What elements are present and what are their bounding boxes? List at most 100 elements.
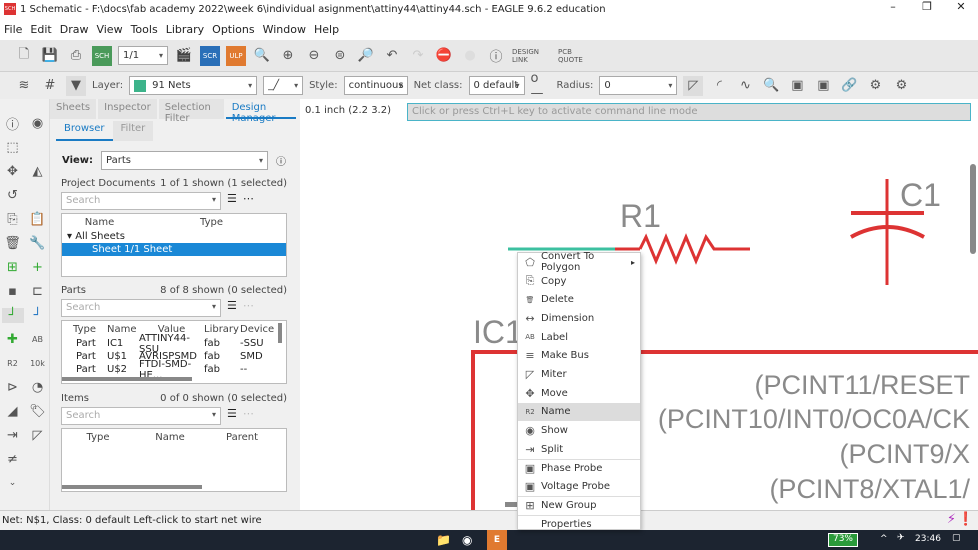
voltage-probe-icon[interactable]: ▣ bbox=[813, 76, 833, 96]
col-parent[interactable]: Parent bbox=[206, 432, 278, 443]
clock[interactable]: 23:46 bbox=[915, 534, 941, 544]
sim-settings-icon[interactable]: ⚙ bbox=[865, 76, 885, 96]
netclass-select[interactable]: 0 default bbox=[468, 76, 525, 95]
zoom-redraw-icon[interactable]: ⊜ bbox=[330, 46, 350, 66]
context-menu-item-show[interactable]: ◉ Show bbox=[518, 421, 640, 440]
col-name[interactable]: Name bbox=[107, 324, 139, 335]
chrome-icon[interactable]: ◉ bbox=[462, 533, 472, 547]
add-part-icon[interactable]: ⊞ bbox=[7, 260, 18, 275]
script-icon[interactable]: SCR bbox=[200, 45, 220, 66]
list-view-icon[interactable]: ☰ bbox=[227, 299, 237, 317]
col-device[interactable]: Device bbox=[240, 324, 274, 335]
subtab-filter[interactable]: Filter bbox=[112, 121, 154, 141]
pcb-quote-button[interactable]: PCB QUOTE bbox=[558, 48, 598, 64]
show-icon[interactable]: ◉ bbox=[32, 116, 43, 131]
canvas-vscrollbar[interactable] bbox=[970, 164, 976, 254]
sim-wave-icon[interactable]: ∿ bbox=[735, 76, 755, 96]
menu-library[interactable]: Library bbox=[162, 23, 208, 36]
context-menu-item-make-bus[interactable]: ≡ Make Bus bbox=[518, 346, 640, 365]
zoom-in-icon[interactable]: ⊕ bbox=[278, 46, 298, 66]
layer-select[interactable]: 91 Nets bbox=[129, 76, 258, 95]
zoom-select-icon[interactable]: 🔎 bbox=[356, 46, 376, 66]
context-menu-item-name[interactable]: R2 Name bbox=[518, 402, 640, 422]
zoom-fit-icon[interactable]: 🔍 bbox=[252, 46, 272, 66]
name-icon[interactable]: R2 bbox=[7, 359, 18, 368]
sheet-select[interactable]: 1/1 bbox=[118, 46, 168, 65]
copy-icon[interactable]: ⎘ bbox=[7, 212, 17, 227]
context-menu-item-phase-probe[interactable]: ▣ Phase Probe bbox=[518, 458, 640, 478]
context-menu-item-properties[interactable]: Properties bbox=[518, 514, 640, 534]
more-icon[interactable]: ⋯ bbox=[243, 192, 254, 210]
tab-sheets[interactable]: Sheets bbox=[50, 99, 97, 119]
notifications-icon[interactable]: ▢ bbox=[952, 533, 961, 543]
menu-options[interactable]: Options bbox=[208, 23, 258, 36]
print-icon[interactable]: ⎙ bbox=[66, 46, 86, 66]
eraser-icon[interactable]: ◢ bbox=[8, 404, 18, 419]
file-explorer-icon[interactable]: 📁 bbox=[436, 533, 451, 547]
filter-icon[interactable]: ▼ bbox=[66, 75, 86, 96]
help-icon[interactable]: ⓘ bbox=[276, 153, 286, 168]
info-icon[interactable]: ⓘ bbox=[6, 114, 19, 133]
move-icon[interactable]: ✥ bbox=[7, 164, 18, 179]
more-icon[interactable]: ⋯ bbox=[243, 299, 254, 317]
menu-help[interactable]: Help bbox=[310, 23, 343, 36]
context-menu-item-copy[interactable]: ⎘ Copy bbox=[518, 272, 640, 291]
menu-window[interactable]: Window bbox=[259, 23, 310, 36]
paste-icon[interactable]: 📋 bbox=[29, 212, 45, 227]
lightning-icon[interactable]: ⚡ bbox=[947, 512, 956, 527]
close-button[interactable]: ✕ bbox=[944, 0, 978, 13]
phase-probe-icon[interactable]: ▣ bbox=[787, 76, 807, 96]
parts-vscrollbar[interactable] bbox=[278, 323, 282, 343]
invoke-icon[interactable]: ⊳ bbox=[7, 380, 18, 395]
bus-icon[interactable]: ┘ bbox=[34, 308, 42, 323]
go-icon[interactable]: ● bbox=[460, 46, 480, 66]
maximize-button[interactable]: ❐ bbox=[910, 0, 944, 13]
parts-search-input[interactable]: Search bbox=[61, 299, 221, 317]
menu-draw[interactable]: Draw bbox=[56, 23, 93, 36]
cam-icon[interactable]: 🎬 bbox=[174, 46, 194, 66]
tree-group[interactable]: ▾ All Sheets bbox=[62, 230, 286, 243]
context-menu-item-new-group[interactable]: ⊞ New Group bbox=[518, 495, 640, 515]
context-menu-item-miter[interactable]: ◸ Miter bbox=[518, 365, 640, 384]
new-file-icon[interactable]: 🗋 bbox=[14, 46, 34, 66]
tab-selection-filter[interactable]: Selection Filter bbox=[158, 99, 224, 124]
col-name[interactable]: Name bbox=[134, 432, 206, 443]
part-row[interactable]: Part IC1 ATTINY44-SSU fab -SSU bbox=[62, 333, 286, 355]
save-icon[interactable]: 💾 bbox=[40, 46, 60, 66]
items-hscrollbar[interactable] bbox=[62, 485, 202, 489]
net-icon[interactable]: ┘ bbox=[1, 307, 24, 323]
rotate-icon[interactable]: ↺ bbox=[7, 188, 18, 203]
context-menu-item-delete[interactable]: 🗑 Delete bbox=[518, 290, 640, 309]
smash-icon[interactable]: ◔ bbox=[32, 380, 43, 395]
tab-inspector[interactable]: Inspector bbox=[98, 99, 157, 119]
label-icon[interactable]: AB bbox=[32, 335, 43, 344]
zoom-out-icon[interactable]: ⊖ bbox=[304, 46, 324, 66]
split-icon[interactable]: ⇥ bbox=[7, 428, 18, 443]
col-type[interactable]: Type bbox=[62, 432, 134, 443]
replace-icon[interactable]: ▪ bbox=[8, 284, 17, 299]
items-search-input[interactable]: Search bbox=[61, 407, 221, 425]
add-link-icon[interactable]: 🔗 bbox=[839, 76, 859, 96]
help-icon[interactable]: ⓘ bbox=[486, 46, 506, 66]
list-view-icon[interactable]: ☰ bbox=[227, 192, 237, 210]
menu-view[interactable]: View bbox=[92, 23, 126, 36]
select-icon[interactable]: ⬚ bbox=[6, 140, 18, 155]
wire-bend-select[interactable]: _╱ bbox=[263, 76, 304, 95]
value-icon[interactable]: 10k bbox=[30, 359, 45, 368]
delete-icon[interactable]: 🗑 bbox=[4, 236, 21, 251]
stop-icon[interactable]: ⛔ bbox=[434, 46, 454, 66]
layers-icon[interactable]: ≋ bbox=[14, 76, 34, 96]
attribute-icon[interactable]: 🏷 bbox=[29, 404, 46, 419]
col-type[interactable]: Type bbox=[137, 217, 286, 228]
miter-straight-icon[interactable]: ◸ bbox=[683, 75, 704, 96]
ripup-icon[interactable]: ≠ bbox=[7, 452, 18, 467]
eagle-taskbar-icon[interactable]: E bbox=[487, 530, 507, 550]
gateswap-icon[interactable]: ⊏ bbox=[32, 284, 43, 299]
context-menu-item-voltage-probe[interactable]: ▣ Voltage Probe bbox=[518, 477, 640, 496]
menu-edit[interactable]: Edit bbox=[26, 23, 55, 36]
col-type[interactable]: Type bbox=[62, 324, 107, 335]
context-menu-item-label[interactable]: AB Label bbox=[518, 328, 640, 347]
junction-icon[interactable]: ✚ bbox=[7, 332, 18, 347]
part-row[interactable]: Part U$2 FTDI-SMD-HE... fab -- bbox=[62, 359, 286, 381]
menu-tools[interactable]: Tools bbox=[127, 23, 162, 36]
